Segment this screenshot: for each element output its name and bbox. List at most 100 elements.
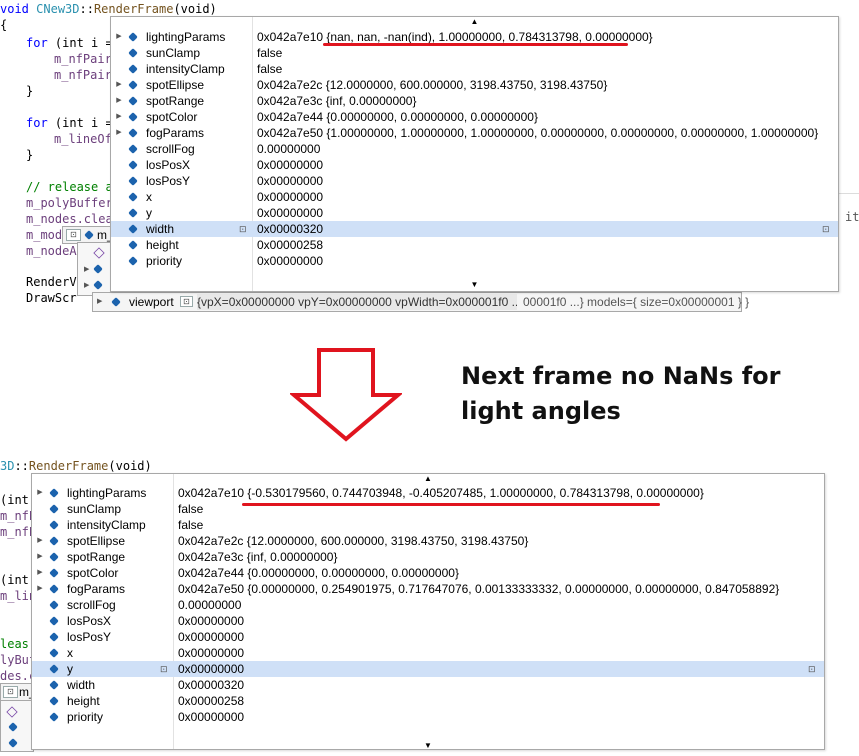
datatip-row[interactable]: height 0x00000258 [111, 237, 838, 253]
datatip-row[interactable]: intensityClamp false [111, 61, 838, 77]
datatip-row[interactable]: sunClamp false [111, 45, 838, 61]
datatip-row[interactable]: scrollFog 0.00000000 [32, 597, 824, 613]
field-value: 0x00000320 [178, 678, 245, 692]
datatip-row[interactable]: x 0x00000000 [111, 189, 838, 205]
field-value: 0x00000000 [257, 174, 324, 188]
code-line-signature: 3D::RenderFrame(void) [0, 459, 152, 473]
viewport-trailing: 00001f0 ...} models={ size=0x00000001 } … [523, 295, 750, 309]
expand-triangle-icon[interactable]: ▶ [115, 29, 123, 45]
expand-triangle-icon[interactable]: ▶ [36, 581, 44, 597]
scroll-up-button[interactable]: ▲ [111, 17, 838, 27]
editor-rule [838, 193, 859, 194]
datatip-row[interactable]: ▶ lightingParams 0x042a7e10 {-0.530179560,… [32, 485, 824, 501]
pin-icon[interactable]: ⊡ [180, 296, 193, 307]
annotation-line-2: light angles [461, 397, 621, 425]
field-name: losPosX [67, 614, 112, 628]
pin-icon[interactable]: ⊡ [3, 686, 18, 698]
viewport-row[interactable]: ▶ viewport ⊡ {vpX=0x00000000 vpY=0x00000… [92, 292, 749, 312]
field-name: losPosY [67, 630, 112, 644]
top-datatip[interactable]: ▲ ▶ lightingParams 0x042a7e10 {nan, nan, -… [110, 16, 839, 292]
code-line-comment: leas [0, 637, 29, 651]
struct-icon [6, 706, 18, 718]
datatip-row[interactable]: ▶ spotRange 0x042a7e3c {inf, 0.00000000} [111, 93, 838, 109]
pin-icon[interactable]: ⊡ [160, 661, 168, 677]
datatip-row[interactable]: width 0x00000320 ⊡ ⊡ [111, 221, 838, 237]
pin-icon[interactable]: ⊡ [822, 221, 830, 237]
datatip-row[interactable]: x 0x00000000 [32, 645, 824, 661]
field-value: 0x00000000 [257, 190, 324, 204]
field-name: intensityClamp [67, 518, 146, 532]
datatip-row[interactable]: priority 0x00000000 [32, 709, 824, 725]
pin-icon[interactable]: ⊡ [66, 229, 81, 241]
scroll-down-button[interactable]: ▼ [111, 280, 838, 290]
datatip-row[interactable]: y 0x00000000 [111, 205, 838, 221]
field-name: y [67, 662, 73, 676]
expand-triangle-icon[interactable]: ▶ [84, 265, 89, 273]
field-icon [128, 240, 138, 250]
expand-triangle-icon[interactable]: ▶ [115, 109, 123, 125]
field-value: 0x042a7e50 {0.00000000, 0.254901975, 0.7… [178, 582, 780, 596]
datatip-row[interactable]: ▶ spotEllipse 0x042a7e2c {12.0000000, 600.… [111, 77, 838, 93]
field-value: 0x042a7e50 {1.00000000, 1.00000000, 1.00… [257, 126, 819, 140]
code-line-mod: m_mod [26, 228, 63, 242]
pin-icon[interactable]: ⊡ [239, 221, 247, 237]
expand-triangle-icon[interactable]: ▶ [84, 281, 89, 289]
expand-triangle-icon[interactable]: ▶ [97, 294, 102, 310]
datatip-row[interactable]: scrollFog 0.00000000 [111, 141, 838, 157]
scroll-up-button[interactable]: ▲ [32, 474, 824, 484]
datatip-row[interactable]: losPosX 0x00000000 [111, 157, 838, 173]
expand-triangle-icon[interactable]: ▶ [36, 549, 44, 565]
field-icon [111, 297, 121, 307]
code-line-for2: for (int i = [26, 116, 113, 130]
datatip-row[interactable]: losPosY 0x00000000 [32, 629, 824, 645]
field-value: 0x00000000 [257, 206, 324, 220]
datatip-row[interactable]: ▶ spotColor 0x042a7e44 {0.00000000, 0.0000… [32, 565, 824, 581]
field-value: 0x042a7e2c {12.0000000, 600.000000, 3198… [178, 534, 529, 548]
expand-triangle-icon[interactable]: ▶ [36, 533, 44, 549]
datatip-row[interactable]: width 0x00000320 [32, 677, 824, 693]
expand-triangle-icon[interactable]: ▶ [115, 125, 123, 141]
field-name: spotRange [67, 550, 126, 564]
datatip-row[interactable]: ▶ spotEllipse 0x042a7e2c {12.0000000, 600.… [32, 533, 824, 549]
datatip-row[interactable]: ▶ spotColor 0x042a7e44 {0.00000000, 0.0000… [111, 109, 838, 125]
field-icon [84, 230, 94, 240]
field-icon [49, 616, 59, 626]
datatip-row[interactable]: y 0x00000000 ⊡ ⊡ [32, 661, 824, 677]
expand-triangle-icon[interactable]: ▶ [115, 77, 123, 93]
field-name: x [146, 190, 152, 204]
datatip-row[interactable]: ▶ fogParams 0x042a7e50 {1.00000000, 1.0000… [111, 125, 838, 141]
field-icon [49, 696, 59, 706]
field-icon [49, 504, 59, 514]
expand-triangle-icon[interactable]: ▶ [36, 565, 44, 581]
sub-tooltip-column[interactable] [0, 700, 34, 752]
field-value: false [257, 46, 283, 60]
field-value: 0x00000000 [257, 158, 324, 172]
scroll-down-button[interactable]: ▼ [32, 741, 824, 751]
datatip-row[interactable]: ▶ fogParams 0x042a7e50 {0.00000000, 0.2549… [32, 581, 824, 597]
datatip-row[interactable]: ▶ spotRange 0x042a7e3c {inf, 0.00000000} [32, 549, 824, 565]
down-arrow-icon [290, 348, 402, 442]
field-name: losPosY [146, 174, 191, 188]
code-line-for1: (int [0, 493, 29, 507]
code-trailing-text: it [845, 210, 859, 224]
field-value: 0x00000000 [178, 710, 245, 724]
field-value: 0x00000000 [178, 614, 245, 628]
code-line-nodea: m_nodeA [26, 244, 77, 258]
field-icon [128, 176, 138, 186]
field-value: 0x00000258 [178, 694, 245, 708]
field-icon [128, 192, 138, 202]
expand-triangle-icon[interactable]: ▶ [115, 93, 123, 109]
field-icon [128, 160, 138, 170]
datatip-row[interactable]: intensityClamp false [32, 517, 824, 533]
pin-icon[interactable]: ⊡ [808, 661, 816, 677]
datatip-row[interactable]: losPosY 0x00000000 [111, 173, 838, 189]
bottom-datatip[interactable]: ▲ ▶ lightingParams 0x042a7e10 {-0.53017956… [31, 473, 825, 750]
field-value: 0x00000000 [257, 254, 324, 268]
datatip-row[interactable]: priority 0x00000000 [111, 253, 838, 269]
datatip-row[interactable]: losPosX 0x00000000 [32, 613, 824, 629]
struct-icon [93, 247, 105, 259]
field-name: sunClamp [67, 502, 122, 516]
field-icon [49, 584, 59, 594]
datatip-row[interactable]: height 0x00000258 [32, 693, 824, 709]
expand-triangle-icon[interactable]: ▶ [36, 485, 44, 501]
